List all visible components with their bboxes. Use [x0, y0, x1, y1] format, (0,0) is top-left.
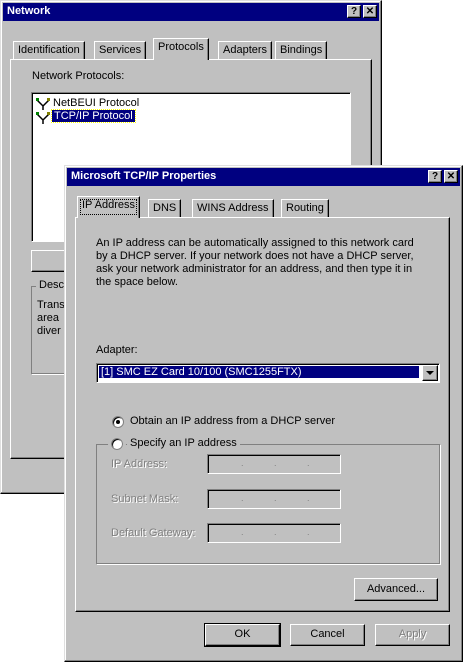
obtain-dhcp-radio[interactable]	[112, 416, 124, 428]
cancel-button[interactable]: Cancel	[290, 624, 365, 646]
ip-description-line-4: the space below.	[96, 276, 178, 288]
tab-identification[interactable]: Identification	[13, 41, 85, 60]
network-title: Network	[7, 5, 51, 17]
ip-dot-3: .	[307, 527, 310, 537]
subnet-mask-field[interactable]: . . .	[207, 489, 341, 509]
ip-address-panel: An IP address can be automatically assig…	[75, 217, 450, 612]
ip-description-line-3: ask your network administrator for an ad…	[96, 263, 413, 275]
help-button[interactable]: ?	[347, 5, 361, 18]
ip-dot-2: .	[274, 458, 277, 468]
ip-description-line-1: An IP address can be automatically assig…	[96, 237, 414, 249]
description-label: Desc	[36, 279, 68, 291]
tab-routing[interactable]: Routing	[281, 199, 329, 218]
ip-dot-2: .	[274, 493, 277, 503]
description-line-2: area	[37, 312, 60, 324]
close-button[interactable]: ✕	[444, 170, 458, 183]
tab-dns[interactable]: DNS	[148, 199, 182, 218]
adapter-select[interactable]: [1] SMC EZ Card 10/100 (SMC1255FTX)	[96, 363, 440, 383]
ok-button-label: OK	[234, 628, 251, 640]
specify-ip-label[interactable]: Specify an IP address	[127, 437, 240, 449]
advanced-button[interactable]: Advanced...	[354, 578, 438, 601]
default-gateway-field[interactable]: . . .	[207, 523, 341, 543]
tab-bindings[interactable]: Bindings	[275, 41, 328, 60]
tab-ip-address[interactable]: IP Address	[77, 196, 140, 218]
protocol-icon	[36, 98, 50, 110]
tab-services[interactable]: Services	[94, 41, 147, 60]
adapter-select-value: [1] SMC EZ Card 10/100 (SMC1255FTX)	[99, 366, 419, 378]
tab-protocols[interactable]: Protocols	[153, 38, 209, 60]
close-button[interactable]: ✕	[363, 5, 377, 18]
description-line-1: Trans	[37, 299, 65, 311]
network-titlebar[interactable]: Network ? ✕	[3, 3, 379, 21]
protocol-icon	[36, 112, 50, 124]
protocol-netbeui: NetBEUI Protocol	[53, 97, 140, 109]
tcpip-dialog: Microsoft TCP/IP Properties ? ✕ IP Addre…	[64, 165, 463, 662]
subnet-mask-label: Subnet Mask:	[111, 493, 179, 505]
ip-address-label: IP Address:	[111, 458, 168, 470]
ip-dot-1: .	[241, 527, 244, 537]
ip-description-line-2: by a DHCP server. If your network does n…	[96, 250, 414, 262]
protocol-tcpip: TCP/IP Protocol	[51, 109, 136, 123]
protocols-label: Network Protocols:	[32, 70, 125, 82]
specify-ip-radio[interactable]	[108, 435, 126, 453]
cancel-button-label: Cancel	[310, 628, 345, 640]
ip-dot-2: .	[274, 527, 277, 537]
radio-dot-icon	[116, 420, 120, 424]
advanced-button-label: Advanced...	[366, 583, 426, 595]
list-item[interactable]: TCP/IP Protocol	[36, 109, 156, 125]
apply-button-label: Apply	[398, 628, 427, 640]
dropdown-arrow-button[interactable]	[422, 365, 438, 381]
ip-dot-1: .	[241, 458, 244, 468]
ip-dot-1: .	[241, 493, 244, 503]
tab-wins-address[interactable]: WINS Address	[192, 199, 274, 218]
tab-adapters[interactable]: Adapters	[218, 41, 273, 60]
help-button[interactable]: ?	[428, 170, 442, 183]
ip-dot-3: .	[307, 493, 310, 503]
chevron-down-icon	[426, 371, 434, 375]
ip-address-field[interactable]: . . .	[207, 454, 341, 474]
ip-dot-3: .	[307, 458, 310, 468]
apply-button[interactable]: Apply	[375, 624, 450, 646]
adapter-label: Adapter:	[96, 344, 138, 356]
specify-ip-group: Specify an IP address IP Address: . . . …	[96, 435, 440, 564]
tcpip-title: Microsoft TCP/IP Properties	[71, 170, 217, 182]
tcpip-titlebar[interactable]: Microsoft TCP/IP Properties ? ✕	[67, 168, 460, 186]
default-gateway-label: Default Gateway:	[111, 527, 196, 539]
description-line-3: diver	[37, 325, 61, 337]
obtain-dhcp-label[interactable]: Obtain an IP address from a DHCP server	[130, 415, 335, 427]
ok-button[interactable]: OK	[204, 623, 281, 647]
